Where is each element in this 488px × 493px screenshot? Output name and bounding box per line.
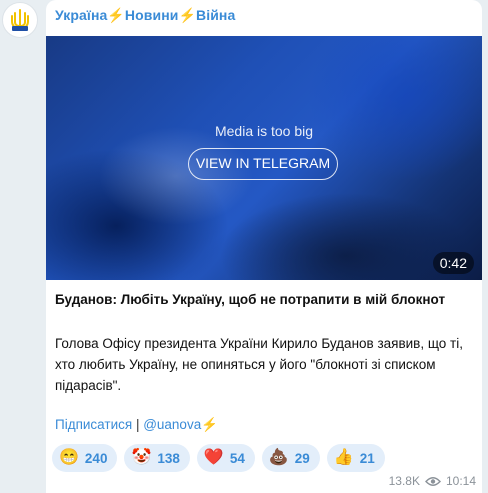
reaction-heart[interactable]: ❤️ 54 bbox=[196, 444, 255, 472]
trident-emblem-icon bbox=[11, 9, 29, 31]
thumbs-up-emoji-icon: 👍 bbox=[333, 449, 354, 466]
channel-avatar[interactable] bbox=[2, 2, 38, 38]
message-meta: 13.8K 10:14 bbox=[389, 474, 476, 488]
reaction-thumbs-up[interactable]: 👍 21 bbox=[326, 444, 385, 472]
reaction-count: 138 bbox=[157, 450, 180, 466]
view-count: 13.8K bbox=[388, 474, 420, 488]
poop-emoji-icon: 💩 bbox=[268, 449, 289, 466]
subscribe-link[interactable]: Підписатися bbox=[55, 417, 132, 432]
post-headline: Буданов: Любіть Україну, щоб не потрапит… bbox=[55, 292, 446, 307]
reaction-clown[interactable]: 🤡 138 bbox=[124, 444, 190, 472]
reaction-count: 29 bbox=[294, 450, 310, 466]
reaction-grin[interactable]: 😁 240 bbox=[52, 444, 118, 472]
reaction-count: 240 bbox=[84, 450, 108, 466]
message-time: 10:14 bbox=[445, 474, 476, 488]
clown-emoji-icon: 🤡 bbox=[131, 449, 152, 466]
video-preview[interactable]: Media is too big VIEW IN TELEGRAM 0:42 bbox=[46, 36, 482, 280]
reaction-poop[interactable]: 💩 29 bbox=[261, 444, 320, 472]
reaction-count: 54 bbox=[229, 450, 245, 466]
grin-emoji-icon: 😁 bbox=[59, 449, 79, 466]
eye-icon bbox=[425, 476, 441, 486]
video-duration-badge: 0:42 bbox=[432, 252, 474, 274]
link-separator: | bbox=[132, 417, 144, 432]
view-in-telegram-button[interactable]: VIEW IN TELEGRAM bbox=[188, 148, 338, 180]
reactions-bar: 😁 240 🤡 138 ❤️ 54 💩 29 👍 21 bbox=[52, 444, 385, 472]
heart-emoji-icon: ❤️ bbox=[203, 449, 224, 466]
channel-mention-link[interactable]: @uanova⚡ bbox=[143, 417, 218, 432]
reaction-count: 21 bbox=[359, 450, 375, 466]
media-notice: Media is too big bbox=[214, 123, 314, 139]
channel-title[interactable]: Україна⚡Новини⚡Війна bbox=[55, 7, 235, 24]
message-bubble: Україна⚡Новини⚡Війна Media is too big VI… bbox=[46, 0, 482, 493]
post-body: Голова Офісу президента України Кирило Б… bbox=[55, 336, 463, 393]
post-links: Підписатися | @uanova⚡ bbox=[55, 417, 218, 433]
